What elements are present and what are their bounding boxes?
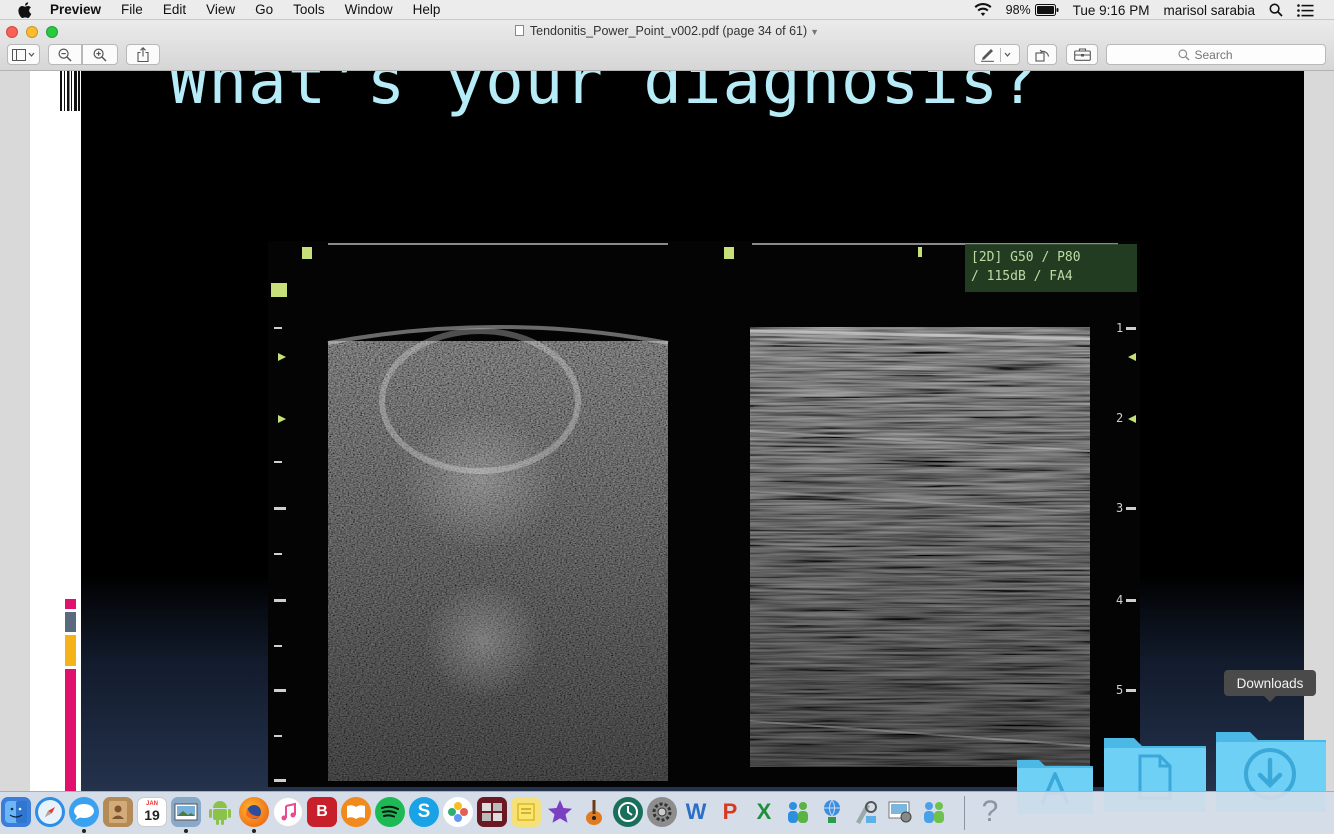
menu-tools[interactable]: Tools [293,2,325,17]
contacts-icon[interactable] [103,797,133,827]
system-preferences-icon[interactable] [647,797,677,827]
dock: JAN 19 B S W P X ? [0,791,1334,834]
firefox-icon[interactable] [239,797,269,827]
spotify-icon[interactable] [375,797,405,827]
menu-bar: Preview File Edit View Go Tools Window H… [0,0,1334,20]
ibooks-icon[interactable] [341,797,371,827]
depth-mark-1: 1 [1116,321,1124,335]
battery-percent: 98% [1005,3,1031,17]
menu-view[interactable]: View [206,2,235,17]
zoom-out-icon [58,47,72,62]
menubar-clock[interactable]: Tue 9:16 PM [1073,3,1150,18]
ultrasound-settings-line-1: [2D] G50 / P80 [971,250,1081,265]
time-machine-icon[interactable] [613,797,643,827]
document-view[interactable]: What’s your diagnosis? 1 2 3 4 5 [2D] G5… [0,71,1334,791]
depth-mark-4: 4 [1116,593,1124,607]
directory-utility-icon[interactable] [851,797,881,827]
zoom-in-button[interactable] [82,44,118,65]
window-toolbar: Tendonitis_Power_Point_v002.pdf (page 34… [0,20,1334,71]
markup-toolbar-button[interactable] [974,44,1020,65]
pdf-document-icon [514,25,524,36]
running-indicator [82,829,86,833]
bitdefender-icon[interactable]: B [307,797,337,827]
battery-status[interactable]: 98% [1006,3,1059,17]
search-field[interactable] [1106,44,1326,65]
depth-mark-3: 3 [1116,501,1124,515]
search-input[interactable] [1194,47,1255,62]
finder-icon[interactable] [1,797,31,827]
rotate-icon [1034,49,1049,62]
ultrasound-longitudinal-view [749,327,1091,767]
itunes-icon[interactable] [273,797,303,827]
skype-icon[interactable]: S [409,797,439,827]
ultrasound-settings-label: [2D] G50 / P80 / 115dB / FA4 [965,244,1137,292]
toolbox-icon [1073,48,1091,61]
ultrasound-settings-line-2: / 115dB / FA4 [971,269,1073,284]
calendar-day: 19 [144,807,160,823]
ultrasound-image: 1 2 3 4 5 [2D] G50 / P80 / 115dB / FA4 [268,241,1140,787]
garageband-icon[interactable] [579,797,609,827]
slide-title: What’s your diagnosis? [169,71,1039,119]
help-icon[interactable]: ? [975,795,1005,828]
dock-separator [964,796,965,830]
image-capture-icon[interactable] [885,797,915,827]
android-icon[interactable] [205,797,235,827]
running-indicator [184,829,188,833]
battery-icon [1034,4,1059,16]
ultrasound-transverse-view [327,325,669,781]
excel-icon[interactable]: X [749,797,779,827]
depth-mark-2: 2 [1116,411,1124,425]
pen-icon [981,47,1011,62]
sidebar-toggle-button[interactable] [7,44,40,65]
pdf-page: What’s your diagnosis? 1 2 3 4 5 [2D] G5… [30,71,1304,791]
toolbox-button[interactable] [1066,44,1098,65]
calendar-icon[interactable]: JAN 19 [137,797,167,827]
notification-center-icon[interactable] [1297,3,1314,17]
lync-icon[interactable] [783,797,813,827]
menu-file[interactable]: File [121,2,143,17]
slide-accent-bars [65,599,76,791]
window-title-text: Tendonitis_Power_Point_v002.pdf (page 34… [529,24,808,38]
chevron-down-icon: ▼ [810,27,820,37]
zoom-out-button[interactable] [48,44,82,65]
slide-decoration-bars [60,71,80,111]
menu-edit[interactable]: Edit [163,2,186,17]
menu-help[interactable]: Help [413,2,441,17]
spotlight-search-icon[interactable] [1269,3,1283,17]
communicator-icon[interactable] [919,797,949,827]
wifi-icon[interactable] [974,3,992,17]
photos-icon[interactable] [443,797,473,827]
zoom-in-icon [93,47,107,62]
apple-menu-icon[interactable] [18,1,36,18]
menu-window[interactable]: Window [345,2,393,17]
dock-tooltip: Downloads [1224,670,1316,702]
network-icon[interactable] [817,797,847,827]
stickies-icon[interactable] [511,797,541,827]
menu-go[interactable]: Go [255,2,273,17]
sidebar-icon [11,48,34,61]
running-indicator [252,829,256,833]
photo-booth-icon[interactable] [477,797,507,827]
imovie-icon[interactable] [545,797,575,827]
window-title[interactable]: Tendonitis_Power_Point_v002.pdf (page 34… [0,24,1334,38]
menubar-user[interactable]: marisol sarabia [1163,3,1255,18]
powerpoint-icon[interactable]: P [715,797,745,827]
safari-icon[interactable] [35,797,65,827]
share-button[interactable] [126,44,160,65]
depth-mark-5: 5 [1116,683,1124,697]
search-icon [1177,48,1189,60]
word-icon[interactable]: W [681,797,711,827]
menu-app-preview[interactable]: Preview [50,2,101,17]
share-icon [137,47,149,62]
messages-icon[interactable] [69,797,99,827]
slide: What’s your diagnosis? 1 2 3 4 5 [2D] G5… [81,71,1304,791]
preview-icon[interactable] [171,797,201,827]
rotate-button[interactable] [1027,44,1057,65]
